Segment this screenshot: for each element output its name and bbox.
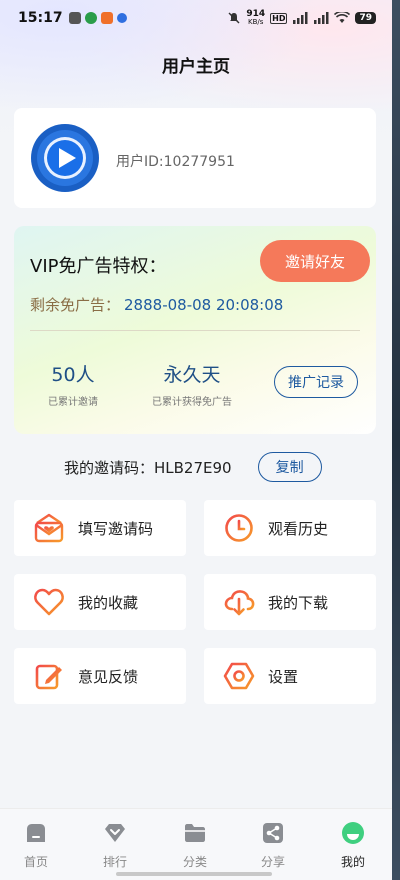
tab-label: 我的 <box>340 855 365 869</box>
user-id: 用户ID:10277951 <box>116 154 235 170</box>
hd-icon: HD <box>270 12 288 24</box>
page-title: 用户主页 <box>162 57 230 77</box>
user-card[interactable]: 用户ID:10277951 <box>14 108 376 208</box>
notification-icon <box>100 12 113 24</box>
promotion-records-button[interactable]: 推广记录 <box>274 366 358 398</box>
invite-friends-button[interactable]: 邀请好友 <box>260 240 370 282</box>
signal-icon <box>314 12 329 24</box>
mail-heart-icon <box>34 513 64 543</box>
tab-mine[interactable]: 我的 <box>323 821 383 870</box>
invited-count-stat: 50人 已累计邀请 <box>30 360 116 408</box>
clock-icon <box>225 514 253 542</box>
bottom-tab-bar: 首页 排行 分类 分享 我的 <box>0 808 392 880</box>
avatar[interactable] <box>30 123 100 193</box>
network-speed: 914 KB/s <box>246 9 266 27</box>
tab-label: 分享 <box>260 855 285 869</box>
menu-label: 我的收藏 <box>78 593 139 612</box>
edit-icon <box>35 664 62 690</box>
signal-icon <box>293 12 308 24</box>
status-bar: 15:17 914 KB/s HD 79 <box>0 0 392 36</box>
tab-label: 首页 <box>23 855 48 869</box>
menu-label: 观看历史 <box>268 519 329 538</box>
menu-enter-invite-code[interactable]: 填写邀请码 <box>14 500 186 556</box>
divider <box>30 330 360 331</box>
menu-my-downloads[interactable]: 我的下载 <box>204 574 376 630</box>
tab-home[interactable]: 首页 <box>6 821 66 870</box>
ranking-icon <box>105 824 125 842</box>
tab-label: 分类 <box>182 855 207 869</box>
tab-share[interactable]: 分享 <box>243 821 303 870</box>
vip-title: VIP免广告特权： <box>30 256 167 277</box>
menu-feedback[interactable]: 意见反馈 <box>14 648 186 704</box>
cloud-download-icon <box>224 590 255 616</box>
share-icon <box>263 823 283 843</box>
profile-icon <box>342 822 364 844</box>
notification-icon <box>116 13 127 23</box>
stat-value: 50人 <box>51 364 95 386</box>
vip-card: VIP免广告特权： 邀请好友 剩余免广告： 2888-08-08 20:08:08… <box>14 226 376 434</box>
invite-code: 我的邀请码：HLB27E90 <box>64 458 232 477</box>
heart-icon <box>34 588 64 616</box>
notification-icon <box>68 12 81 24</box>
window-edge <box>392 0 400 880</box>
battery-icon: 79 <box>355 12 376 24</box>
hexagon-settings-icon <box>223 662 255 690</box>
remaining-label: 剩余免广告： <box>30 296 121 314</box>
home-icon <box>27 824 45 842</box>
status-time: 15:17 <box>18 10 63 26</box>
menu-label: 意见反馈 <box>78 667 139 686</box>
menu-label: 填写邀请码 <box>78 519 154 538</box>
tab-category[interactable]: 分类 <box>165 821 225 870</box>
app-screen: 15:17 914 KB/s HD 79 用户主页 用户ID:10277951 … <box>0 0 392 880</box>
menu-label: 我的下载 <box>268 593 329 612</box>
menu-my-favorites[interactable]: 我的收藏 <box>14 574 186 630</box>
stat-value: 永久天 <box>163 364 221 386</box>
mute-bell-icon <box>228 12 240 24</box>
home-indicator[interactable] <box>116 872 272 876</box>
ad-free-days-stat: 永久天 已累计获得免广告 <box>140 360 244 408</box>
remaining-value: 2888-08-08 20:08:08 <box>124 296 284 314</box>
menu-settings[interactable]: 设置 <box>204 648 376 704</box>
menu-watch-history[interactable]: 观看历史 <box>204 500 376 556</box>
copy-button[interactable]: 复制 <box>257 452 322 482</box>
remaining-ad-free: 剩余免广告： 2888-08-08 20:08:08 <box>30 294 283 315</box>
status-indicators: 914 KB/s HD 79 <box>227 10 376 26</box>
wifi-icon <box>334 12 351 23</box>
notification-icon <box>84 12 97 24</box>
stat-label: 已累计邀请 <box>48 397 98 408</box>
menu-label: 设置 <box>268 667 299 686</box>
stat-label: 已累计获得免广告 <box>152 397 232 408</box>
invite-code-row: 我的邀请码：HLB27E90 复制 <box>64 452 322 482</box>
tab-ranking[interactable]: 排行 <box>85 821 145 870</box>
tab-label: 排行 <box>102 855 127 869</box>
folder-icon <box>185 824 205 842</box>
